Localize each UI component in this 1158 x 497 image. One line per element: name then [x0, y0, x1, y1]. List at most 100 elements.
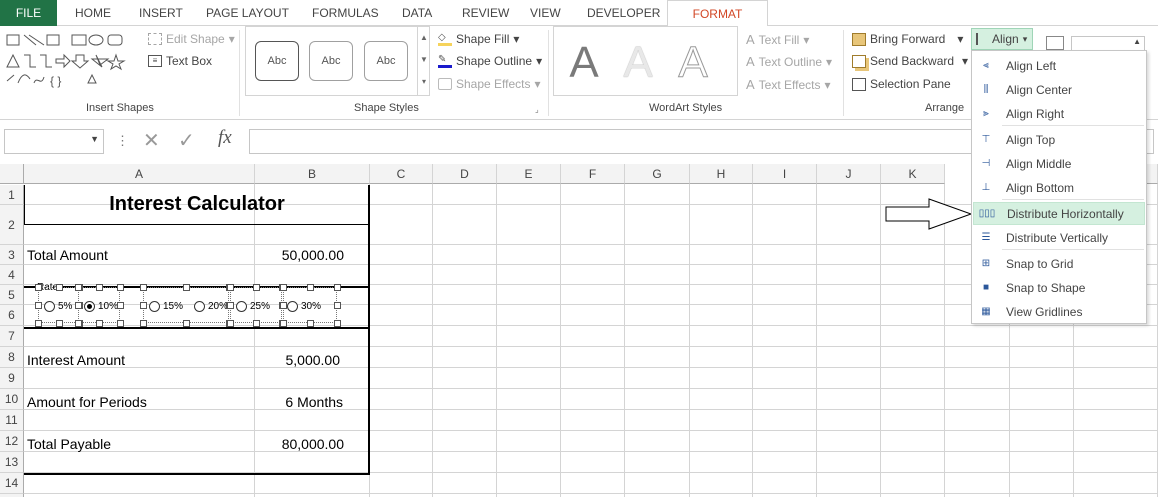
resize-handle[interactable]	[75, 302, 82, 309]
shape-style-3[interactable]: Abc	[364, 41, 408, 81]
text-fill-button[interactable]: A Text Fill ▾	[746, 32, 809, 47]
tab-developer[interactable]: DEVELOPER	[587, 0, 660, 26]
periods-value[interactable]: 6 Months	[256, 392, 343, 412]
resize-handle[interactable]	[35, 320, 42, 327]
tab-home[interactable]: HOME	[75, 0, 111, 26]
text-outline-button[interactable]: A Text Outline ▾	[746, 54, 832, 69]
tab-view[interactable]: VIEW	[530, 0, 561, 26]
menu-item-align-center[interactable]: ⫼ Align Center	[973, 78, 1145, 101]
menu-item-view-gridlines[interactable]: ▦ View Gridlines	[973, 300, 1145, 323]
resize-handle[interactable]	[183, 320, 190, 327]
row-header-9[interactable]: 9	[0, 368, 24, 389]
menu-item-align-right[interactable]: ⫸ Align Right	[973, 102, 1145, 125]
row-header-10[interactable]: 10	[0, 389, 24, 410]
column-header-g[interactable]: G	[625, 164, 690, 184]
bring-forward-button[interactable]: Bring Forward ▾	[852, 32, 963, 46]
total-amount-value[interactable]: 50,000.00	[256, 245, 344, 265]
text-effects-button[interactable]: A Text Effects ▾	[746, 77, 831, 92]
total-payable-value[interactable]: 80,000.00	[256, 434, 344, 454]
wordart-style-2[interactable]: A	[612, 37, 664, 89]
menu-item-align-middle[interactable]: ⊣ Align Middle	[973, 152, 1145, 175]
resize-handle[interactable]	[334, 320, 341, 327]
resize-handle[interactable]	[35, 284, 42, 291]
name-box[interactable]: ▼	[4, 129, 104, 154]
shape-effects-button[interactable]: Shape Effects ▾	[438, 77, 541, 91]
row-header-14[interactable]: 14	[0, 473, 24, 494]
resize-handle[interactable]	[334, 302, 341, 309]
tab-format[interactable]: FORMAT	[667, 0, 768, 27]
shape-outline-button[interactable]: ✎ Shape Outline ▾	[438, 54, 542, 68]
total-payable-label[interactable]: Total Payable	[27, 434, 111, 454]
selection-outline[interactable]	[283, 287, 337, 323]
resize-handle[interactable]	[280, 320, 287, 327]
resize-handle[interactable]	[140, 302, 147, 309]
resize-handle[interactable]	[280, 302, 287, 309]
align-button[interactable]: Align ▾	[971, 28, 1033, 50]
column-header-i[interactable]: I	[753, 164, 817, 184]
resize-handle[interactable]	[96, 284, 103, 291]
row-header-2[interactable]: 2	[0, 205, 24, 245]
row-header-1[interactable]: 1	[0, 185, 24, 205]
menu-item-distribute-vertically[interactable]: ☰ Distribute Vertically	[973, 226, 1145, 249]
gallery-scroll[interactable]: ▲ ▼ ▾	[417, 27, 430, 96]
dialog-launcher-icon[interactable]: ⌟	[535, 105, 539, 114]
tab-page-layout[interactable]: PAGE LAYOUT	[206, 0, 289, 26]
enter-icon[interactable]: ✓	[178, 128, 195, 153]
periods-label[interactable]: Amount for Periods	[27, 392, 147, 412]
wordart-style-3[interactable]: A	[667, 37, 719, 89]
resize-handle[interactable]	[183, 284, 190, 291]
insert-function-button[interactable]: fx	[218, 127, 232, 149]
resize-handle[interactable]	[334, 284, 341, 291]
chevron-down-icon[interactable]: ▼	[90, 134, 99, 144]
resize-handle[interactable]	[75, 320, 82, 327]
interest-amount-value[interactable]: 5,000.00	[256, 350, 341, 370]
menu-item-snap-to-grid[interactable]: ⊞ Snap to Grid	[973, 252, 1145, 275]
resize-handle[interactable]	[253, 284, 260, 291]
shape-styles-gallery[interactable]: Abc Abc Abc ▲ ▼ ▾	[245, 26, 430, 96]
menu-item-align-top[interactable]: ⊤ Align Top	[973, 128, 1145, 151]
resize-handle[interactable]	[307, 320, 314, 327]
column-header-k[interactable]: K	[881, 164, 945, 184]
select-all-corner[interactable]	[0, 164, 24, 184]
resize-handle[interactable]	[55, 284, 63, 291]
resize-handle[interactable]	[227, 320, 234, 327]
resize-handle[interactable]	[117, 320, 124, 327]
row-header-11[interactable]: 11	[0, 410, 24, 431]
selection-outline[interactable]	[230, 287, 282, 323]
resize-handle[interactable]	[75, 284, 82, 291]
tab-review[interactable]: REVIEW	[462, 0, 509, 26]
interest-amount-label[interactable]: Interest Amount	[27, 350, 125, 370]
selection-outline[interactable]	[78, 287, 120, 323]
row-header-5[interactable]: 5	[0, 285, 24, 305]
column-header-a[interactable]: A	[24, 164, 255, 184]
row-header-12[interactable]: 12	[0, 431, 24, 452]
shapes-gallery[interactable]: { }	[4, 31, 134, 93]
resize-handle[interactable]	[117, 302, 124, 309]
selection-outline[interactable]	[38, 287, 79, 323]
column-header-f[interactable]: F	[561, 164, 625, 184]
row-header-7[interactable]: 7	[0, 326, 24, 347]
resize-handle[interactable]	[117, 284, 124, 291]
row-header-8[interactable]: 8	[0, 347, 24, 368]
resize-handle[interactable]	[140, 320, 147, 327]
resize-handle[interactable]	[140, 284, 147, 291]
row-header-3[interactable]: 3	[0, 245, 24, 265]
cancel-icon[interactable]: ✕	[143, 128, 160, 153]
column-header-b[interactable]: B	[255, 164, 370, 184]
tab-formulas[interactable]: FORMULAS	[312, 0, 379, 26]
resize-handle[interactable]	[227, 284, 234, 291]
menu-item-align-bottom[interactable]: ⊥ Align Bottom	[973, 176, 1145, 199]
selection-pane-button[interactable]: Selection Pane	[852, 77, 951, 91]
row-header-6[interactable]: 6	[0, 305, 24, 326]
wordart-gallery[interactable]: A A A	[553, 26, 738, 96]
resize-handle[interactable]	[227, 302, 234, 309]
shape-style-2[interactable]: Abc	[309, 41, 353, 81]
tab-data[interactable]: DATA	[402, 0, 432, 26]
tab-file[interactable]: FILE	[0, 0, 57, 26]
column-header-h[interactable]: H	[690, 164, 753, 184]
text-box-button[interactable]: ≡ Text Box	[148, 54, 212, 68]
resize-handle[interactable]	[307, 284, 314, 291]
resize-handle[interactable]	[280, 284, 287, 291]
resize-handle[interactable]	[96, 320, 103, 327]
wordart-style-1[interactable]: A	[558, 37, 610, 89]
